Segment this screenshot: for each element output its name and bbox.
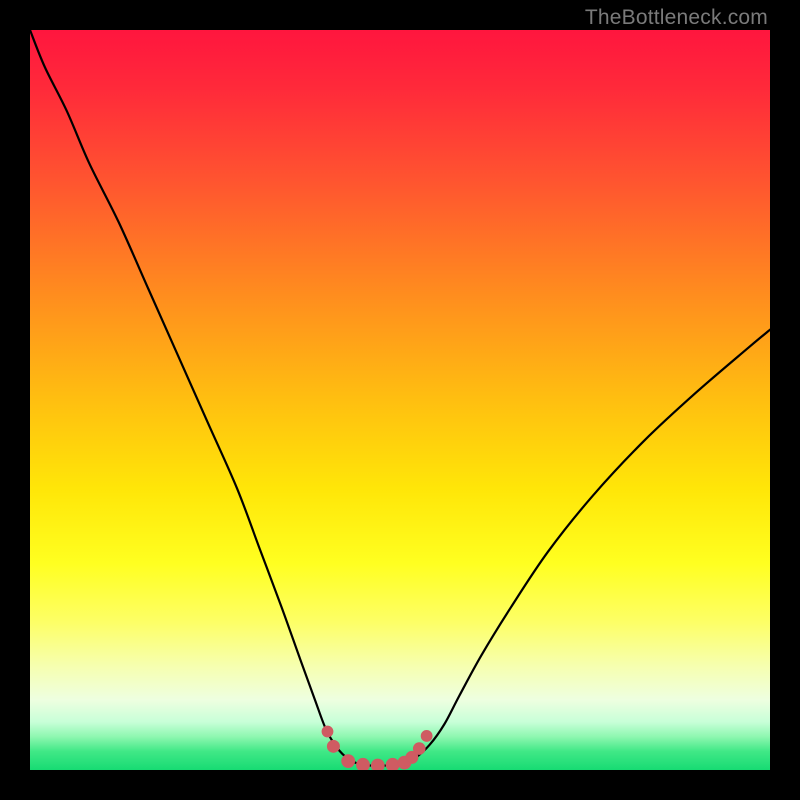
- outer-frame: TheBottleneck.com: [0, 0, 800, 800]
- bottleneck-curve: [30, 30, 770, 766]
- valley-marker: [327, 740, 339, 752]
- valley-marker-group: [322, 726, 432, 770]
- valley-marker: [342, 755, 355, 768]
- plot-area: [30, 30, 770, 770]
- watermark-text: TheBottleneck.com: [585, 6, 768, 30]
- valley-marker: [322, 726, 333, 737]
- valley-marker: [371, 759, 384, 770]
- chart-svg: [30, 30, 770, 770]
- valley-marker: [386, 758, 399, 770]
- valley-marker: [357, 758, 370, 770]
- valley-marker: [421, 731, 432, 742]
- valley-marker: [413, 743, 425, 755]
